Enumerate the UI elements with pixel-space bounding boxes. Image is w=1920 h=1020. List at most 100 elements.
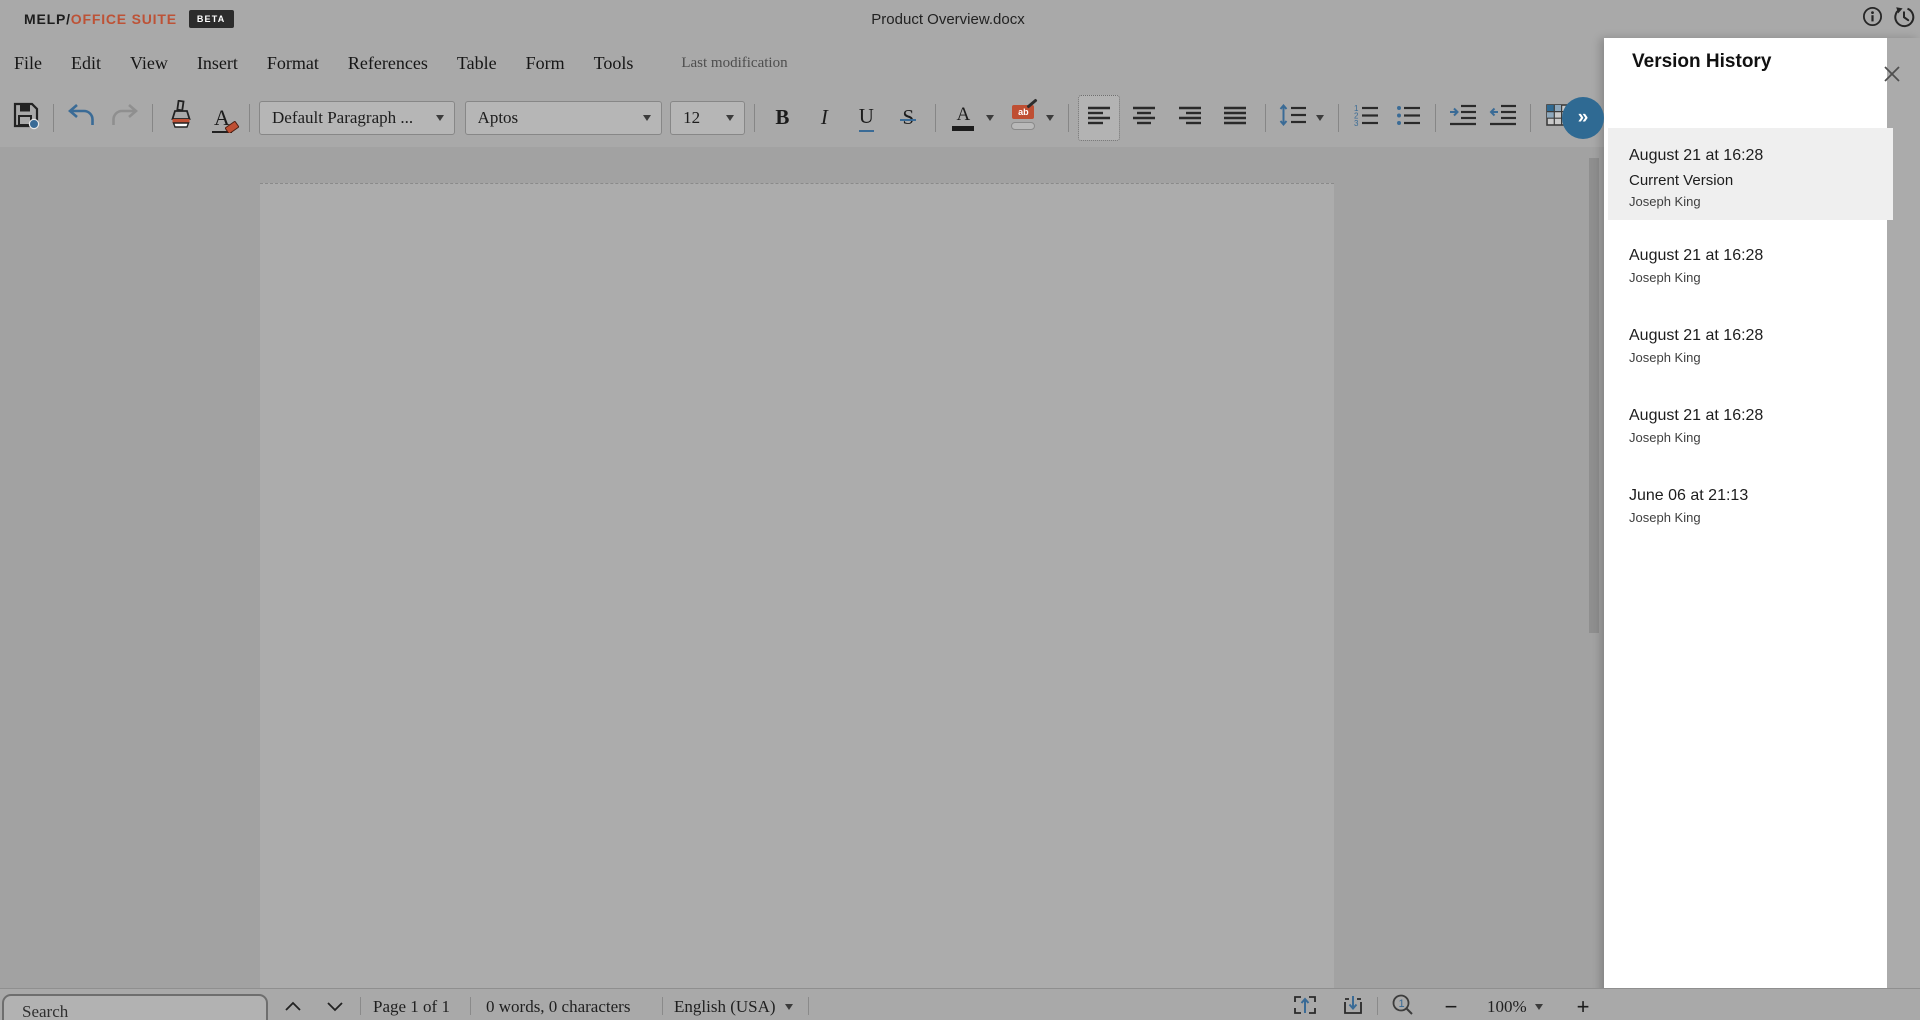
paragraph-style-value: Default Paragraph ... <box>272 108 436 128</box>
save-button[interactable] <box>8 95 44 141</box>
highlight-color-button[interactable]: ab <box>1005 95 1041 141</box>
line-spacing-button[interactable] <box>1275 95 1311 141</box>
menu-edit[interactable]: Edit <box>71 53 101 74</box>
version-entry[interactable]: August 21 at 16:28 Joseph King <box>1608 300 1893 380</box>
info-icon <box>1862 6 1883 32</box>
zoom-level-selector[interactable]: 100% <box>1487 997 1543 1017</box>
document-title: Product Overview.docx <box>871 0 1024 38</box>
increase-indent-button[interactable] <box>1445 95 1481 141</box>
menu-form[interactable]: Form <box>526 53 565 74</box>
top-bar: MELP / OFFICE SUITE BETA Product Overvie… <box>0 0 1920 38</box>
menu-format[interactable]: Format <box>267 53 319 74</box>
toolbar-separator <box>249 104 250 132</box>
align-center-button[interactable] <box>1124 95 1165 141</box>
bold-button[interactable]: B <box>764 95 800 141</box>
clone-formatting-button[interactable] <box>162 95 198 141</box>
fit-page-icon <box>1341 994 1365 1020</box>
toolbar-separator <box>1435 104 1436 132</box>
menu-tools[interactable]: Tools <box>594 53 634 74</box>
font-size-select[interactable]: 12 <box>670 101 745 135</box>
history-clock-icon <box>1893 6 1915 33</box>
align-center-icon <box>1132 105 1156 130</box>
font-color-button[interactable]: A <box>945 95 981 141</box>
page-indicator[interactable]: Page 1 of 1 <box>373 997 450 1017</box>
minus-icon: − <box>1445 997 1458 1017</box>
strikethrough-icon: S <box>902 105 914 130</box>
font-name-select[interactable]: Aptos <box>465 101 663 135</box>
zoom-reset-digit: 1 <box>1399 998 1405 1010</box>
search-previous-button[interactable] <box>280 996 306 1018</box>
zoom-out-button[interactable]: − <box>1438 996 1464 1018</box>
toolbar-separator <box>1338 104 1339 132</box>
fit-width-button[interactable] <box>1292 996 1318 1018</box>
increase-indent-icon <box>1449 104 1477 131</box>
underline-button[interactable]: U <box>848 95 884 141</box>
align-left-button[interactable] <box>1078 95 1119 141</box>
brand-melp: MELP <box>24 11 66 27</box>
zoom-level-value: 100% <box>1487 997 1527 1017</box>
formatting-toolbar: A Default Paragraph ... Aptos 12 B I U S… <box>0 88 1604 147</box>
zoom-in-button[interactable]: + <box>1570 996 1596 1018</box>
info-button[interactable] <box>1860 7 1884 31</box>
language-selector[interactable]: English (USA) <box>674 997 793 1017</box>
document-scrollbar-thumb[interactable] <box>1589 158 1599 633</box>
chevron-down-icon <box>643 115 651 121</box>
version-date: August 21 at 16:28 <box>1629 146 1893 165</box>
close-panel-button[interactable] <box>1882 66 1902 86</box>
bullet-list-button[interactable] <box>1390 95 1426 141</box>
toolbar-overflow-button[interactable]: » <box>1562 97 1604 139</box>
paragraph-style-select[interactable]: Default Paragraph ... <box>259 101 455 135</box>
version-entry[interactable]: August 21 at 16:28 Joseph King <box>1608 220 1893 300</box>
strikethrough-button[interactable]: S <box>890 95 926 141</box>
undo-button[interactable] <box>63 95 99 141</box>
version-entry[interactable]: June 06 at 21:13 Joseph King <box>1608 460 1893 540</box>
search-input[interactable] <box>2 994 268 1020</box>
clear-formatting-button[interactable]: A <box>204 95 240 141</box>
toolbar-separator <box>935 104 936 132</box>
status-bar: Page 1 of 1 0 words, 0 characters Englis… <box>0 988 1920 1020</box>
menu-file[interactable]: File <box>14 53 42 74</box>
document-area <box>0 147 1604 988</box>
align-right-icon <box>1178 105 1202 130</box>
chevron-down-icon <box>436 115 444 121</box>
justify-button[interactable] <box>1215 95 1256 141</box>
highlight-color-dropdown[interactable] <box>1041 95 1059 141</box>
font-color-dropdown[interactable] <box>981 95 999 141</box>
document-page[interactable] <box>260 183 1334 1003</box>
version-entry[interactable]: August 21 at 16:28 Joseph King <box>1608 380 1893 460</box>
clear-formatting-icon: A <box>212 105 232 131</box>
toolbar-separator <box>1530 104 1531 132</box>
align-right-button[interactable] <box>1169 95 1210 141</box>
plus-icon: + <box>1577 997 1590 1017</box>
beta-badge: BETA <box>189 10 234 28</box>
decrease-indent-button[interactable] <box>1485 95 1521 141</box>
app-logo: MELP / OFFICE SUITE BETA <box>24 0 234 38</box>
word-count[interactable]: 0 words, 0 characters <box>486 997 630 1017</box>
version-list: August 21 at 16:28 Current Version Josep… <box>1608 128 1893 540</box>
last-modification-label: Last modification <box>681 55 787 72</box>
decrease-indent-icon <box>1489 104 1517 131</box>
menu-insert[interactable]: Insert <box>197 53 238 74</box>
justify-icon <box>1223 105 1247 130</box>
brand-suite: OFFICE SUITE <box>71 11 177 27</box>
line-spacing-dropdown[interactable] <box>1311 95 1329 141</box>
version-entry-current[interactable]: August 21 at 16:28 Current Version Josep… <box>1608 128 1893 220</box>
toolbar-separator <box>754 104 755 132</box>
zoom-reset-button[interactable]: 1 <box>1390 996 1416 1018</box>
version-author: Joseph King <box>1629 430 1893 445</box>
fit-width-icon <box>1293 994 1317 1020</box>
menu-bar: File Edit View Insert Format References … <box>0 38 1604 88</box>
italic-button[interactable]: I <box>806 95 842 141</box>
panel-title: Version History <box>1632 51 1771 73</box>
fit-page-button[interactable] <box>1340 996 1366 1018</box>
numbered-list-button[interactable]: 123 <box>1348 95 1384 141</box>
search-next-button[interactable] <box>322 996 348 1018</box>
undo-icon <box>65 102 97 133</box>
menu-view[interactable]: View <box>130 53 168 74</box>
menu-references[interactable]: References <box>348 53 428 74</box>
toolbar-separator <box>1068 104 1069 132</box>
numbered-list-icon: 123 <box>1353 104 1379 131</box>
version-history-button[interactable] <box>1892 7 1916 31</box>
menu-table[interactable]: Table <box>457 53 497 74</box>
redo-button[interactable] <box>107 95 143 141</box>
